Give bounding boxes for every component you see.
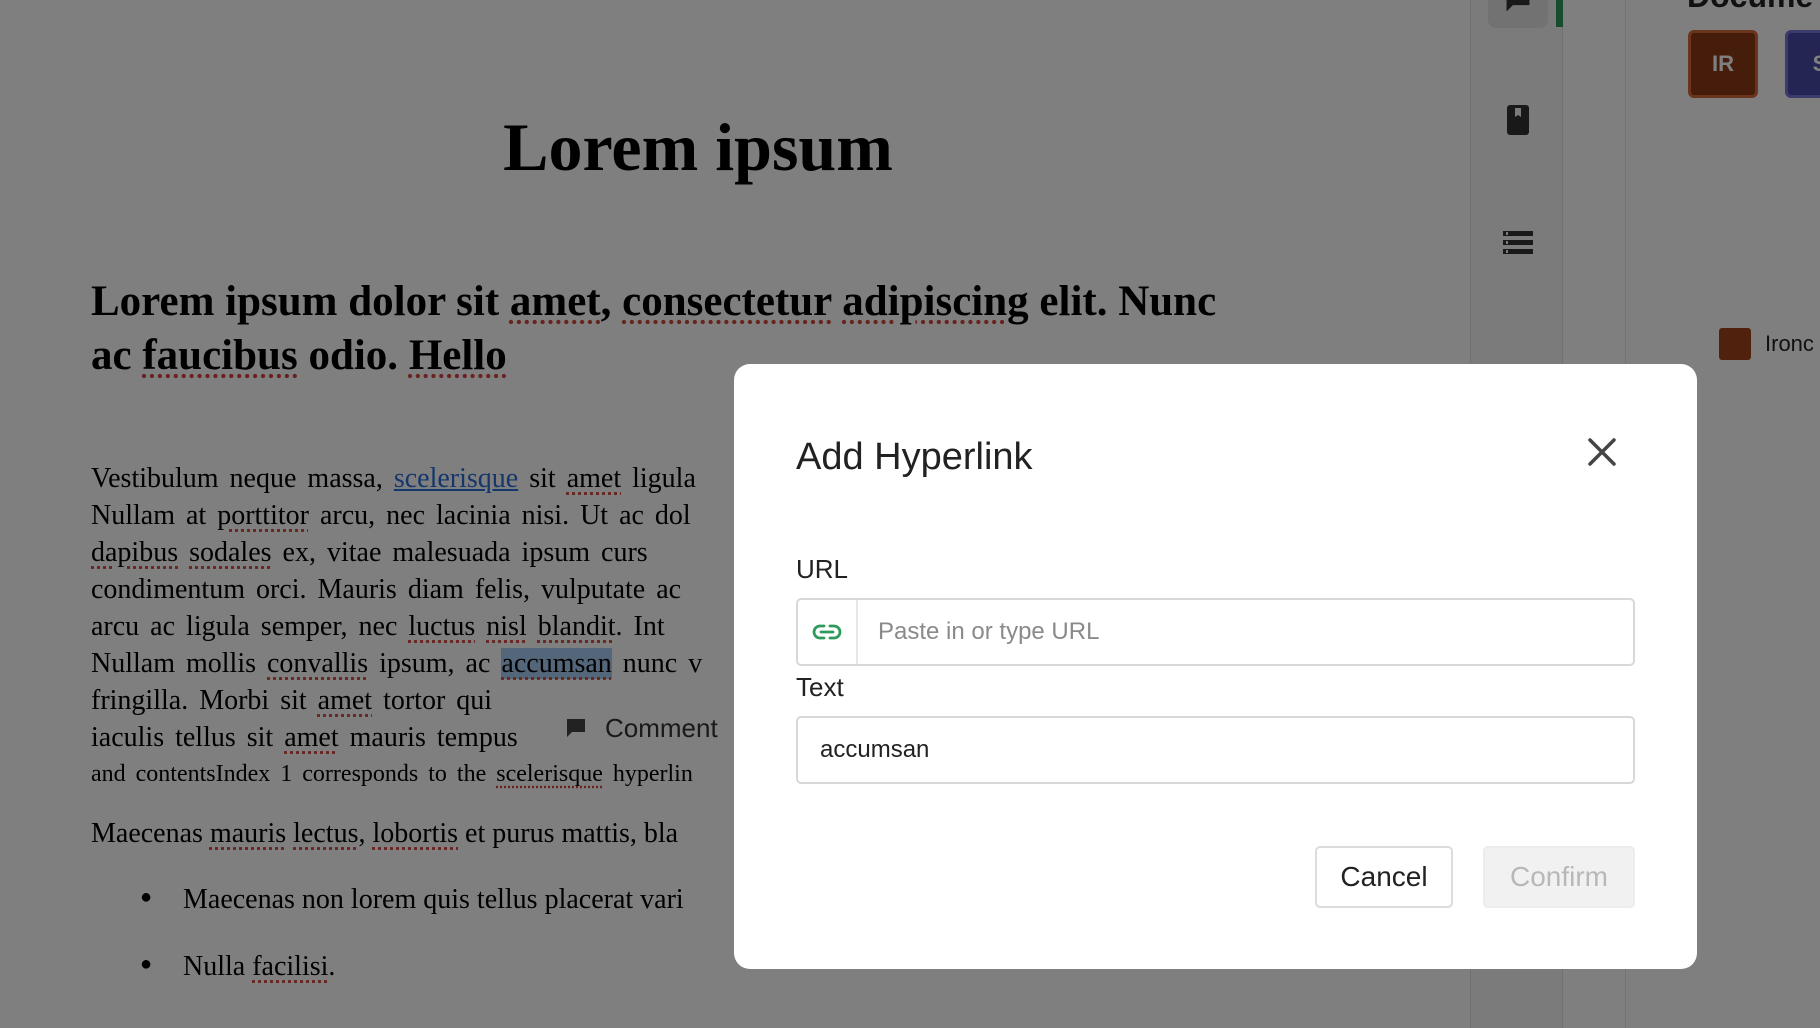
text-input[interactable] bbox=[820, 718, 1620, 782]
text-label: Text bbox=[796, 672, 844, 702]
url-input[interactable] bbox=[878, 600, 1618, 664]
close-icon bbox=[1588, 438, 1616, 466]
url-field bbox=[796, 598, 1635, 666]
dialog-title: Add Hyperlink bbox=[796, 436, 1033, 478]
close-button[interactable] bbox=[1582, 432, 1622, 472]
text-field bbox=[796, 716, 1635, 784]
link-icon bbox=[798, 600, 858, 664]
cancel-button[interactable]: Cancel bbox=[1315, 846, 1453, 908]
confirm-button[interactable]: Confirm bbox=[1483, 846, 1635, 908]
add-hyperlink-dialog: Add Hyperlink URL Text Cancel Confirm bbox=[734, 364, 1697, 969]
url-label: URL bbox=[796, 554, 849, 584]
